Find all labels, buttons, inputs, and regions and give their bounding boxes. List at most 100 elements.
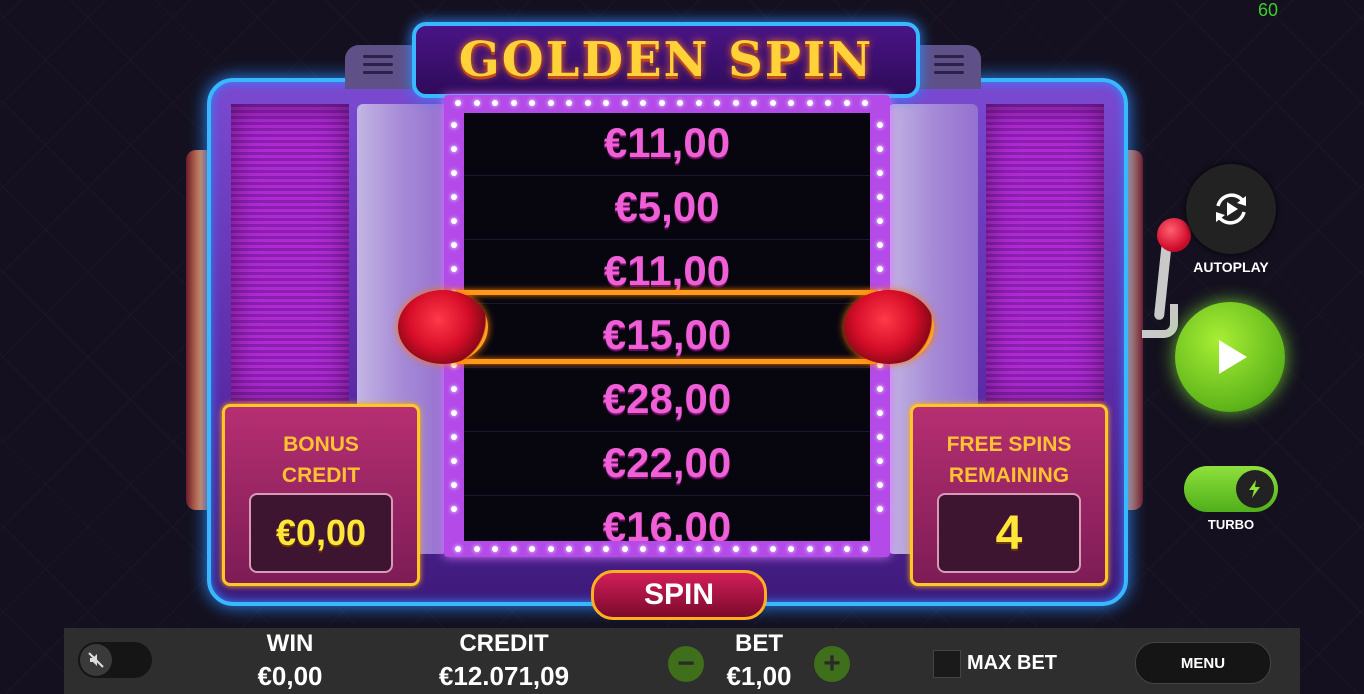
marquee-bulb: [877, 458, 883, 464]
turbo-toggle[interactable]: [1184, 466, 1278, 512]
marquee-bulb: [877, 242, 883, 248]
max-bet-label: MAX BET: [967, 652, 1057, 674]
marquee-bulb: [843, 100, 850, 106]
marquee-bulb: [451, 266, 457, 272]
autoplay-button[interactable]: [1186, 164, 1276, 254]
bonus-credit-label: BONUS CREDIT: [281, 433, 361, 487]
marquee-bulb: [877, 314, 883, 320]
play-button[interactable]: [1175, 302, 1285, 412]
turbo-label: TURBO: [1207, 517, 1255, 532]
marquee-bulb: [714, 546, 720, 552]
lever-knob[interactable]: [1157, 218, 1191, 252]
max-bet-checkbox[interactable]: [933, 650, 961, 678]
marquee-bulb: [621, 546, 628, 552]
marquee-bulb: [825, 546, 831, 552]
right-panel: [986, 104, 1104, 404]
credit-label: CREDIT: [459, 630, 549, 657]
bet-decrease-button[interactable]: −: [668, 646, 704, 682]
sound-knob: [80, 644, 112, 676]
credit-display: CREDIT €12.071,09: [414, 628, 594, 692]
marquee-bulb: [510, 100, 517, 106]
left-panel: [231, 104, 349, 404]
credit-value: €12.071,09: [438, 661, 570, 691]
marquee-bulb: [451, 146, 457, 152]
marquee-bulb: [695, 100, 702, 106]
marquee-bulb: [451, 434, 457, 440]
lever-joint: [1142, 304, 1178, 338]
marquee-bulb: [451, 194, 457, 200]
marquee-bulb: [510, 546, 517, 552]
marquee-bulb: [621, 100, 628, 106]
marquee-bulb: [451, 242, 457, 248]
marquee-bulb: [877, 338, 883, 344]
marquee-bulb: [788, 546, 794, 552]
marquee-bulb: [658, 100, 665, 106]
marquee-bulb: [877, 482, 883, 488]
marquee-bulb: [473, 546, 480, 552]
marquee-bulb: [806, 546, 813, 552]
free-spins-value: 4: [937, 493, 1081, 573]
marquee-bulb: [640, 546, 646, 552]
bet-increase-button[interactable]: +: [814, 646, 850, 682]
autoplay-icon: [1216, 193, 1246, 225]
marquee-bulb: [473, 100, 480, 106]
marquee-bulb: [862, 546, 868, 552]
marquee-bulb: [451, 458, 457, 464]
win-display: WIN €0,00: [240, 628, 340, 692]
reel-window: €11,00 €5,00 €11,00 €15,00 €28,00 €22,00…: [464, 113, 870, 541]
marquee-bulb: [603, 546, 609, 552]
marquee-bulb: [547, 100, 554, 106]
marquee-bulb: [877, 266, 883, 272]
bottom-bar: WIN €0,00 CREDIT €12.071,09 − BET €1,00 …: [64, 628, 1300, 694]
marquee-bulb: [658, 546, 665, 552]
marquee-bulb: [603, 100, 609, 106]
marquee-bulb: [451, 338, 457, 344]
marquee-bulb: [677, 546, 683, 552]
marquee-bulb: [877, 386, 883, 392]
marquee-bulb: [451, 482, 457, 488]
bonus-credit-panel: BONUS CREDIT €0,00: [222, 404, 420, 586]
reel-value-selected: €15,00: [464, 303, 870, 368]
reel-value: €28,00: [464, 367, 870, 432]
marquee-bulb: [843, 546, 850, 552]
menu-button[interactable]: MENU: [1135, 642, 1271, 684]
marquee-bulb: [806, 100, 813, 106]
game-title: GOLDEN SPIN: [458, 32, 874, 88]
win-label: WIN: [266, 630, 314, 657]
marquee-bulb: [451, 386, 457, 392]
marquee-bulb: [455, 100, 461, 106]
marquee-bulb: [451, 170, 457, 176]
marquee-bulb: [640, 100, 646, 106]
marquee-bulb: [451, 314, 457, 320]
marquee-bulb: [451, 290, 457, 296]
marquee-bulb: [877, 218, 883, 224]
marquee-bulb: [751, 546, 757, 552]
marquee-bulb: [732, 546, 739, 552]
marquee-bulb: [584, 100, 591, 106]
marquee-bulb: [451, 218, 457, 224]
marquee-bulb: [584, 546, 591, 552]
marquee-bulb: [547, 546, 554, 552]
marquee-bulb: [566, 100, 572, 106]
free-spins-label: FREE SPINS REMAINING: [946, 433, 1072, 487]
right-vent: [934, 55, 964, 74]
marquee-bulb: [714, 100, 720, 106]
marquee-bulb: [492, 100, 498, 106]
sound-toggle[interactable]: [78, 642, 152, 678]
lightning-icon: [1249, 480, 1260, 498]
reel-value: €11,00: [464, 113, 870, 176]
marquee-bulb: [751, 100, 757, 106]
marquee-bulb: [769, 100, 776, 106]
marquee-bulb: [566, 546, 572, 552]
marquee-bulb: [825, 100, 831, 106]
marquee-bulb: [677, 100, 683, 106]
free-spins-panel: FREE SPINS REMAINING 4: [910, 404, 1108, 586]
reel-value: €16,00: [464, 495, 870, 541]
spin-button[interactable]: SPIN: [591, 570, 767, 620]
bet-value: €1,00: [726, 661, 792, 691]
marquee-bulb: [877, 194, 883, 200]
marquee-bulb: [877, 146, 883, 152]
marquee-bulb: [862, 100, 868, 106]
sound-off-icon: [88, 652, 104, 668]
bet-label: BET: [735, 630, 783, 657]
